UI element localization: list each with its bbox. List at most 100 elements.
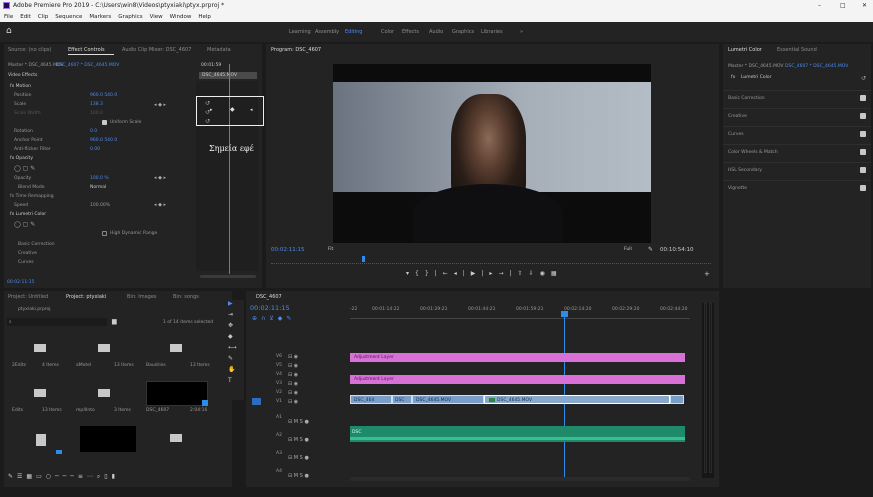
creative-section[interactable]: Creative bbox=[18, 251, 37, 256]
source-patch-v1[interactable] bbox=[252, 398, 261, 405]
scale-keyframe-nav[interactable]: ◂ ◆ ▸ bbox=[154, 102, 166, 108]
position-value[interactable]: 960.0 540.0 bbox=[90, 93, 117, 98]
anti-flicker-value[interactable]: 0.00 bbox=[90, 147, 100, 152]
tab-lumetri-color[interactable]: Lumetri Color bbox=[728, 47, 762, 53]
ec-zoom-scrollbar[interactable] bbox=[200, 275, 256, 278]
project-search-input[interactable]: ⌕ bbox=[7, 318, 107, 326]
minimize-button[interactable]: – bbox=[818, 0, 821, 12]
curves-checkbox[interactable] bbox=[860, 131, 866, 137]
icon-view-icon[interactable]: ▦ bbox=[26, 473, 36, 480]
tab-essential-sound[interactable]: Essential Sound bbox=[777, 47, 817, 53]
menu-help[interactable]: Help bbox=[198, 14, 211, 20]
razor-tool[interactable]: ◆ bbox=[228, 333, 233, 340]
mark-out-button[interactable]: } bbox=[425, 270, 435, 277]
clip-item[interactable]: DSC_4607 2:04:16 bbox=[146, 381, 216, 416]
clip-v1[interactable]: DSC bbox=[392, 395, 412, 404]
timeline-scrollbar[interactable] bbox=[350, 477, 690, 481]
menu-graphics[interactable]: Graphics bbox=[118, 14, 142, 20]
tab-project-untitled[interactable]: Project: Untitled bbox=[8, 294, 48, 300]
tab-audio-clip-mixer[interactable]: Audio Clip Mixer: DSC_4607 bbox=[122, 47, 191, 53]
bin-item[interactable]: mp4Into 3 Items bbox=[76, 381, 136, 416]
wrench-icon[interactable]: ✎ bbox=[648, 246, 653, 253]
workspace-more-button[interactable]: » bbox=[520, 29, 523, 35]
list-view-icon[interactable]: ☰ bbox=[17, 473, 26, 480]
lumetri-section-color-wheels[interactable]: Color Wheels & Match bbox=[723, 144, 871, 160]
hand-tool[interactable]: ✋ bbox=[228, 366, 235, 373]
clip-v1[interactable]: DSC_4645.MOV bbox=[412, 395, 484, 404]
opacity-effect[interactable]: fx Opacity bbox=[10, 156, 33, 161]
tab-metadata[interactable]: Metadata bbox=[207, 47, 231, 53]
menu-markers[interactable]: Markers bbox=[89, 14, 111, 20]
step-back-button[interactable]: ◂| bbox=[454, 270, 471, 277]
curves-section[interactable]: Curves bbox=[18, 260, 34, 265]
lumetri-clip-selector[interactable]: DSC_4607 * DSC_4645.MOV bbox=[785, 64, 848, 69]
bin-item[interactable]: Edits 13 Items bbox=[12, 381, 72, 416]
basic-correction-checkbox[interactable] bbox=[860, 95, 866, 101]
clip-adjustment-layer-v3[interactable]: Adjustment Layer bbox=[350, 375, 685, 384]
program-playhead[interactable] bbox=[362, 256, 365, 262]
home-icon[interactable]: ⌂ bbox=[6, 26, 12, 36]
lumetri-section-basic[interactable]: Basic Correction bbox=[723, 90, 871, 106]
go-to-in-button[interactable]: |← bbox=[435, 270, 454, 277]
motion-effect[interactable]: fx Motion bbox=[10, 84, 31, 89]
workspace-editing[interactable]: Editing bbox=[345, 29, 362, 35]
audio-track-controls[interactable]: ⊟ M S ● ⊟ M S ● ⊟ M S ● ⊟ M S ● bbox=[288, 413, 309, 485]
workspace-learning[interactable]: Learning bbox=[289, 29, 311, 35]
add-button-icon[interactable]: + bbox=[704, 270, 710, 278]
maximize-button[interactable]: □ bbox=[840, 0, 846, 12]
new-item-icon[interactable]: ▯ bbox=[104, 473, 111, 480]
track-select-tool[interactable]: ⇥ bbox=[228, 311, 233, 318]
type-tool[interactable]: T bbox=[228, 377, 232, 384]
bin-item[interactable]: Baudries 13 Items bbox=[146, 336, 216, 371]
sort-icon[interactable]: ≡ bbox=[78, 473, 87, 480]
new-bin-icon[interactable]: ▆ bbox=[112, 318, 117, 325]
creative-checkbox[interactable] bbox=[860, 113, 866, 119]
extract-button[interactable]: ⇩ bbox=[529, 270, 540, 277]
compare-button[interactable]: ▦ bbox=[551, 270, 563, 277]
speed-keyframe-nav[interactable]: ◂ ◆ ▸ bbox=[154, 202, 166, 208]
lift-button[interactable]: ⇧ bbox=[518, 270, 529, 277]
tab-source[interactable]: Source: (no clips) bbox=[8, 47, 51, 53]
program-time-ruler[interactable] bbox=[271, 258, 711, 264]
menu-clip[interactable]: Clip bbox=[38, 14, 48, 20]
export-frame-button[interactable]: ◉ bbox=[540, 270, 551, 277]
blend-mode-select[interactable]: Normal bbox=[90, 185, 106, 190]
reset-icon[interactable]: ↺ bbox=[205, 99, 210, 108]
tab-bin-images[interactable]: Bin: Images bbox=[127, 294, 157, 300]
add-marker-button[interactable]: ▾ bbox=[406, 270, 415, 277]
lumetri-effect-select[interactable]: Lumetri Color bbox=[741, 75, 771, 80]
pen-tool[interactable]: ✎ bbox=[228, 355, 233, 362]
workspace-color[interactable]: Color bbox=[381, 29, 394, 35]
resolution-select[interactable]: Full bbox=[624, 247, 632, 252]
workspace-effects[interactable]: Effects bbox=[402, 29, 419, 35]
uniform-scale-checkbox[interactable] bbox=[102, 120, 107, 125]
play-button[interactable]: ▶ bbox=[471, 270, 482, 277]
clip-adjustment-layer-v5[interactable]: Adjustment Layer bbox=[350, 353, 685, 362]
mask-tools-icon[interactable]: ◯ ▢ ✎ bbox=[14, 165, 35, 172]
lumetri-reset-icon[interactable]: ↺ bbox=[861, 75, 866, 82]
lumetri-section-vignette[interactable]: Vignette bbox=[723, 180, 871, 196]
timeline-timecode[interactable]: 00:02:11:15 bbox=[250, 304, 290, 312]
lumetri-section-creative[interactable]: Creative bbox=[723, 108, 871, 124]
mark-in-button[interactable]: { bbox=[415, 270, 425, 277]
workspace-libraries[interactable]: Libraries bbox=[481, 29, 503, 35]
zoom-slider[interactable]: ○─── bbox=[46, 473, 78, 480]
vignette-checkbox[interactable] bbox=[860, 185, 866, 191]
program-timecode[interactable]: 00:02:11:15 bbox=[271, 247, 305, 253]
hdr-checkbox[interactable] bbox=[102, 231, 107, 236]
basic-correction-section[interactable]: Basic Correction bbox=[18, 242, 55, 247]
opacity-keyframe-nav[interactable]: ◂ ◆ ▸ bbox=[154, 175, 166, 181]
zoom-select[interactable]: Fit bbox=[328, 247, 333, 252]
lumetri-section-curves[interactable]: Curves bbox=[723, 126, 871, 142]
workspace-audio[interactable]: Audio bbox=[429, 29, 443, 35]
tab-bin-songs[interactable]: Bin: songs bbox=[173, 294, 199, 300]
audio-clip-a1[interactable]: DSC bbox=[350, 426, 685, 442]
menu-sequence[interactable]: Sequence bbox=[55, 14, 82, 20]
bin-item[interactable]: aMotel 13 Items bbox=[76, 336, 136, 371]
step-forward-button[interactable]: |▸ bbox=[481, 270, 498, 277]
lumetri-mask-tools-icon[interactable]: ◯ ▢ ✎ bbox=[14, 221, 35, 228]
workspace-assembly[interactable]: Assembly bbox=[315, 29, 339, 35]
tab-project-ptyxiaki[interactable]: Project: ptyxiaki bbox=[66, 294, 106, 300]
pencil-icon[interactable]: ✎ bbox=[8, 473, 17, 480]
clip-v1[interactable] bbox=[670, 395, 684, 404]
